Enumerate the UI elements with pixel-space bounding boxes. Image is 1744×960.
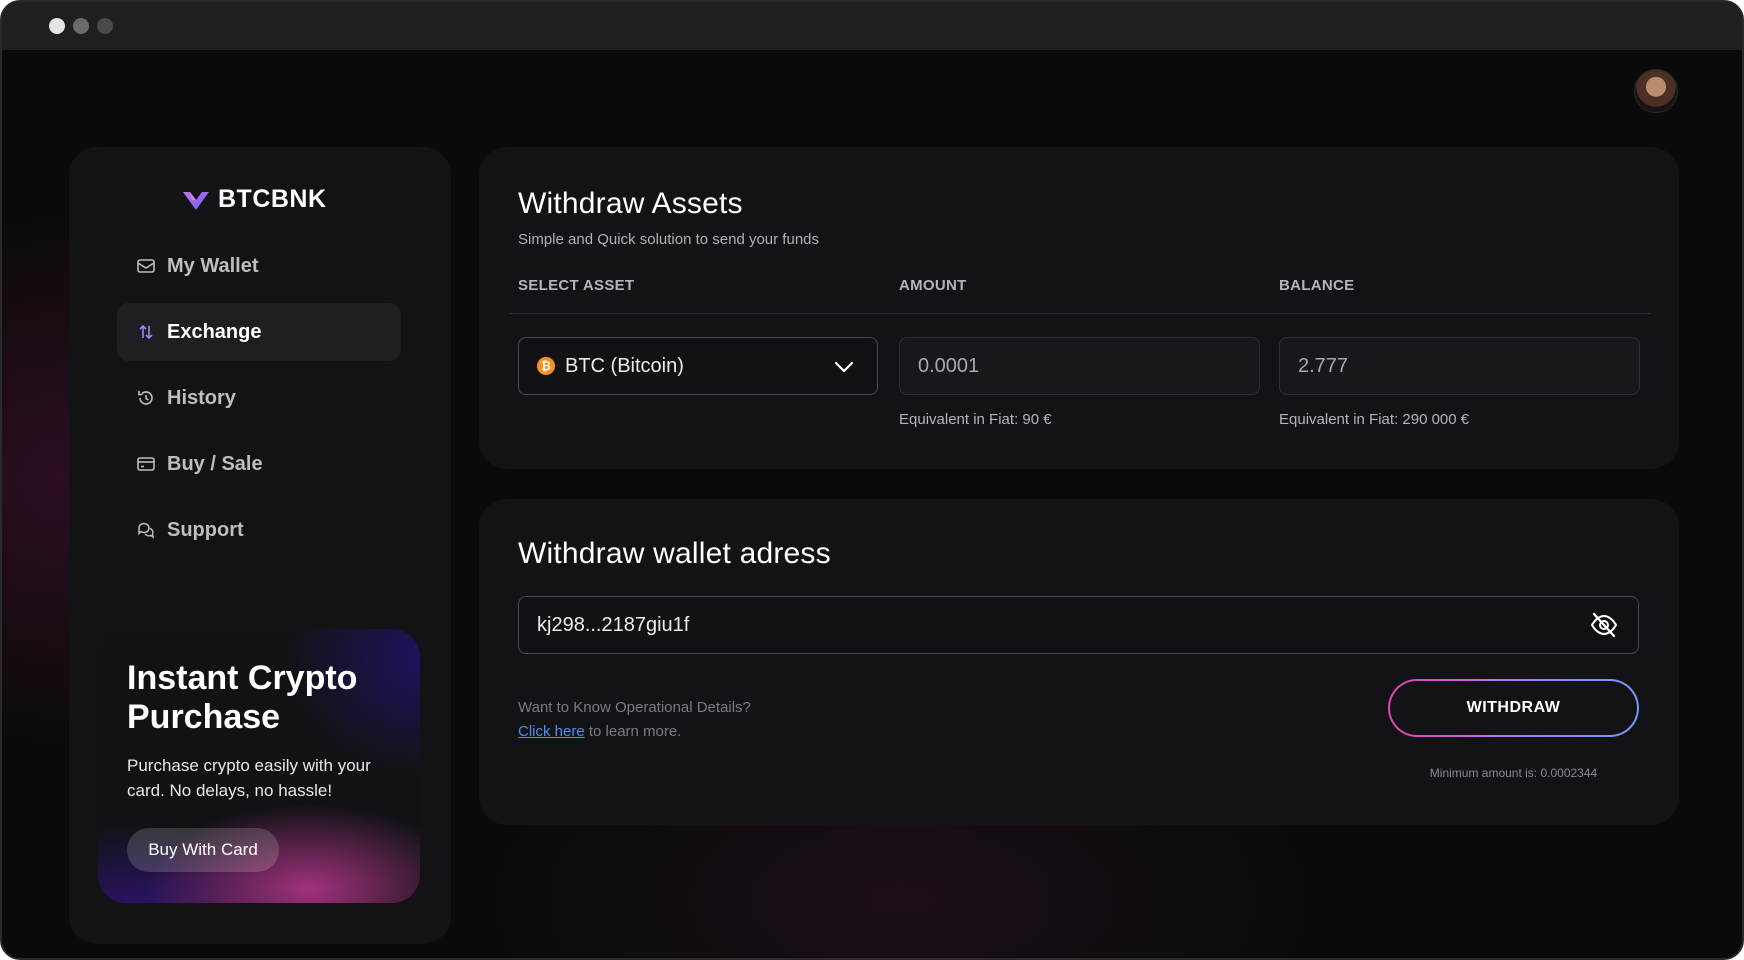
amount-input[interactable] [899, 337, 1260, 395]
chevron-down-icon [834, 361, 854, 373]
sidebar: BTCBNK My Wallet Exchange History Buy / … [69, 147, 451, 944]
maximize-window-button[interactable] [97, 18, 113, 34]
asset-select-value: BTC (Bitcoin) [565, 354, 684, 377]
logo[interactable]: BTCBNK [182, 185, 327, 214]
promo-title: Instant Crypto Purchase [127, 659, 358, 736]
sidebar-item-my-wallet[interactable]: My Wallet [117, 237, 401, 295]
card-icon [137, 455, 155, 473]
wallet-address-input[interactable] [518, 596, 1639, 654]
sidebar-item-label: History [167, 386, 236, 409]
page-title: Withdraw Assets [518, 187, 743, 220]
wallet-icon [137, 257, 155, 275]
wallet-address-title: Withdraw wallet adress [518, 537, 831, 570]
asset-select[interactable]: ₿ BTC (Bitcoin) [518, 337, 878, 395]
sidebar-item-label: My Wallet [167, 254, 259, 277]
amount-fiat-equivalent: Equivalent in Fiat: 90 € [899, 411, 1052, 428]
sidebar-item-history[interactable]: History [117, 369, 401, 427]
page-subtitle: Simple and Quick solution to send your f… [518, 231, 820, 248]
history-icon [137, 389, 155, 407]
user-avatar[interactable] [1634, 69, 1678, 113]
promo-text: Purchase crypto easily with your card. N… [127, 756, 371, 800]
select-asset-label: SELECT ASSET [518, 277, 635, 294]
logo-mark-icon [183, 191, 209, 210]
brand-name: BTCBNK [218, 185, 327, 213]
exchange-icon [137, 323, 155, 341]
main-content: BTCBNK My Wallet Exchange History Buy / … [2, 50, 1742, 958]
sidebar-item-label: Exchange [167, 320, 262, 343]
close-window-button[interactable] [49, 18, 65, 34]
sidebar-item-label: Support [167, 518, 244, 541]
wallet-address-card: Withdraw wallet adress Want to Know Oper… [479, 499, 1679, 825]
amount-label: AMOUNT [899, 277, 967, 294]
eye-off-icon[interactable] [1590, 612, 1618, 638]
withdraw-button[interactable]: WITHDRAW [1388, 679, 1639, 737]
buy-with-card-button[interactable]: Buy With Card [127, 828, 279, 872]
balance-field [1279, 337, 1640, 395]
sidebar-item-label: Buy / Sale [167, 452, 263, 475]
operational-details-question: Want to Know Operational Details? [518, 699, 751, 716]
promo-card: Instant Crypto Purchase Purchase crypto … [98, 629, 420, 903]
support-icon [137, 521, 155, 539]
minimize-window-button[interactable] [73, 18, 89, 34]
sidebar-item-buy-sale[interactable]: Buy / Sale [117, 435, 401, 493]
balance-fiat-equivalent: Equivalent in Fiat: 290 000 € [1279, 411, 1470, 428]
click-here-link[interactable]: Click here [518, 723, 585, 740]
learn-more-text: to learn more. [584, 723, 682, 740]
sidebar-item-support[interactable]: Support [117, 501, 401, 559]
divider [509, 313, 1651, 314]
withdraw-assets-card: Withdraw Assets Simple and Quick solutio… [479, 147, 1679, 469]
app-window: BTCBNK My Wallet Exchange History Buy / … [0, 0, 1744, 960]
balance-label: BALANCE [1279, 277, 1355, 294]
sidebar-item-exchange[interactable]: Exchange [117, 303, 401, 361]
title-bar [2, 2, 1742, 50]
operational-details-line: Click here to learn more. [518, 723, 681, 740]
minimum-amount-note: Minimum amount is: 0.0002344 [1429, 766, 1598, 780]
bitcoin-icon: ₿ [537, 357, 555, 375]
